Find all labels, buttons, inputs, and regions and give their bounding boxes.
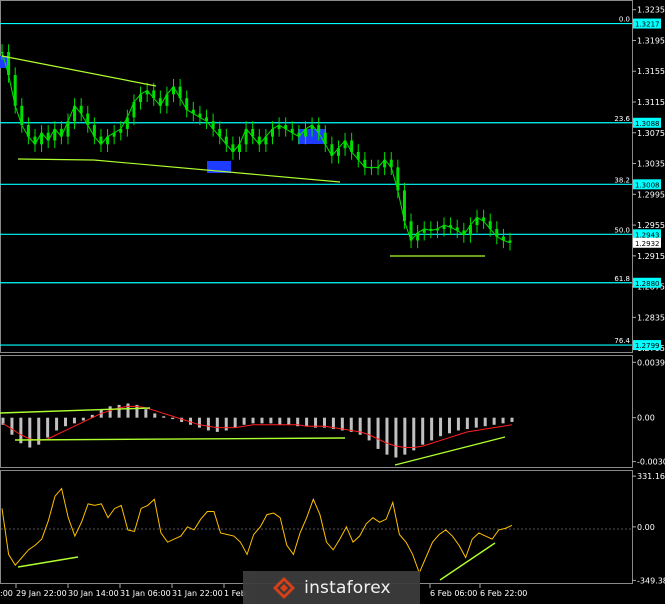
macd-bar bbox=[171, 417, 175, 420]
price-tick-label: 1.2835 bbox=[637, 313, 665, 322]
macd-bar bbox=[126, 403, 130, 418]
macd-bar bbox=[144, 409, 148, 418]
chart-svg: 1.3235 1.3195 1.3155 1.3115 1.3075 1.3035 1.29… bbox=[0, 0, 665, 604]
fib-price-tag-text: 1.2799 bbox=[635, 342, 660, 350]
macd-bar bbox=[153, 413, 157, 418]
macd-bar bbox=[81, 417, 85, 421]
macd-bar bbox=[64, 417, 68, 427]
macd-bar bbox=[55, 417, 59, 431]
macd-bar bbox=[403, 417, 407, 455]
macd-bar bbox=[474, 417, 478, 428]
instaforex-logo: instaforex bbox=[243, 571, 420, 604]
macd-tick-label: 0.00 bbox=[637, 414, 655, 423]
macd-bar bbox=[269, 417, 273, 424]
fib-level-label: 0.0 bbox=[619, 16, 630, 24]
time-tick-label: 31 Jan 06:00 bbox=[120, 589, 171, 598]
macd-bar bbox=[278, 417, 282, 425]
time-tick-label: 31 Jan 22:00 bbox=[172, 589, 223, 598]
macd-bar bbox=[305, 417, 309, 427]
fib-price-tag-text: 1.3088 bbox=[635, 120, 660, 128]
macd-bar bbox=[421, 417, 425, 445]
macd-bar bbox=[10, 417, 14, 435]
logo-text: instaforex bbox=[304, 577, 391, 598]
macd-bar bbox=[394, 417, 398, 458]
macd-bar bbox=[349, 417, 353, 432]
macd-bar bbox=[206, 417, 210, 431]
fib-level-label: 76.4 bbox=[614, 337, 630, 345]
fib-level-label: 50.0 bbox=[614, 226, 630, 234]
fib-level-label: 61.8 bbox=[614, 275, 630, 283]
macd-bar bbox=[501, 417, 505, 424]
macd-bar bbox=[510, 417, 514, 422]
macd-bar bbox=[72, 417, 76, 424]
price-tick-label: 1.2915 bbox=[637, 252, 665, 261]
price-tick-label: 1.3075 bbox=[637, 129, 665, 138]
fib-level-label: 23.6 bbox=[614, 115, 630, 123]
fib-price-tag-text: 1.2880 bbox=[635, 280, 660, 288]
macd-bar bbox=[28, 417, 32, 448]
macd-bar bbox=[447, 417, 451, 434]
cci-tick-label: -349.389 bbox=[637, 576, 665, 585]
time-tick-label: 29 Jan 22:00 bbox=[16, 589, 67, 598]
macd-bar bbox=[367, 417, 371, 441]
instaforex-logo-icon bbox=[272, 576, 296, 600]
macd-bar bbox=[492, 417, 496, 425]
price-tick-label: 1.3035 bbox=[637, 160, 665, 169]
cci-tick-label: 331.1679 bbox=[637, 472, 665, 481]
current-price-tag-text: 1.2932 bbox=[635, 240, 660, 248]
macd-bar bbox=[439, 417, 443, 437]
price-tick-label: 1.3155 bbox=[637, 67, 665, 76]
time-tick-label: 30 Jan 14:00 bbox=[68, 589, 119, 598]
price-tick-label: 1.2995 bbox=[637, 190, 665, 199]
price-tick-label: 1.3115 bbox=[637, 98, 665, 107]
macd-bar bbox=[430, 417, 434, 441]
macd-bar bbox=[260, 417, 264, 424]
macd-bar bbox=[287, 417, 291, 425]
macd-tick-label: -0.00309 bbox=[637, 458, 665, 467]
macd-bar bbox=[242, 417, 246, 425]
macd-bar bbox=[46, 417, 50, 438]
price-tick-label: 1.2955 bbox=[637, 221, 665, 230]
macd-bar bbox=[224, 417, 228, 431]
macd-bar bbox=[117, 404, 121, 418]
macd-bar bbox=[251, 417, 255, 424]
macd-tick-label: 0.0039 bbox=[637, 358, 665, 367]
price-tick-label: 1.3235 bbox=[637, 6, 665, 15]
macd-bar bbox=[465, 417, 469, 430]
macd-bar bbox=[412, 417, 416, 451]
time-tick-label: :00 bbox=[0, 589, 13, 598]
price-tick-label: 1.3195 bbox=[637, 36, 665, 45]
cci-tick-label: 0.00 bbox=[637, 523, 655, 532]
time-tick-label: 6 Feb 06:00 bbox=[430, 589, 477, 598]
fib-price-tag-text: 1.3217 bbox=[635, 21, 660, 29]
macd-bar bbox=[162, 416, 166, 418]
macd-bar bbox=[233, 417, 237, 428]
time-tick-label: 6 Feb 22:00 bbox=[480, 589, 527, 598]
macd-bar bbox=[385, 417, 389, 455]
fib-level-label: 38.2 bbox=[614, 176, 630, 184]
macd-bar bbox=[197, 417, 201, 428]
macd-bar bbox=[108, 406, 112, 418]
macd-bar bbox=[456, 417, 460, 431]
macd-bar bbox=[215, 417, 219, 432]
macd-bar bbox=[483, 417, 487, 427]
macd-bar bbox=[376, 417, 380, 449]
fib-price-tag-text: 1.3008 bbox=[635, 181, 660, 189]
